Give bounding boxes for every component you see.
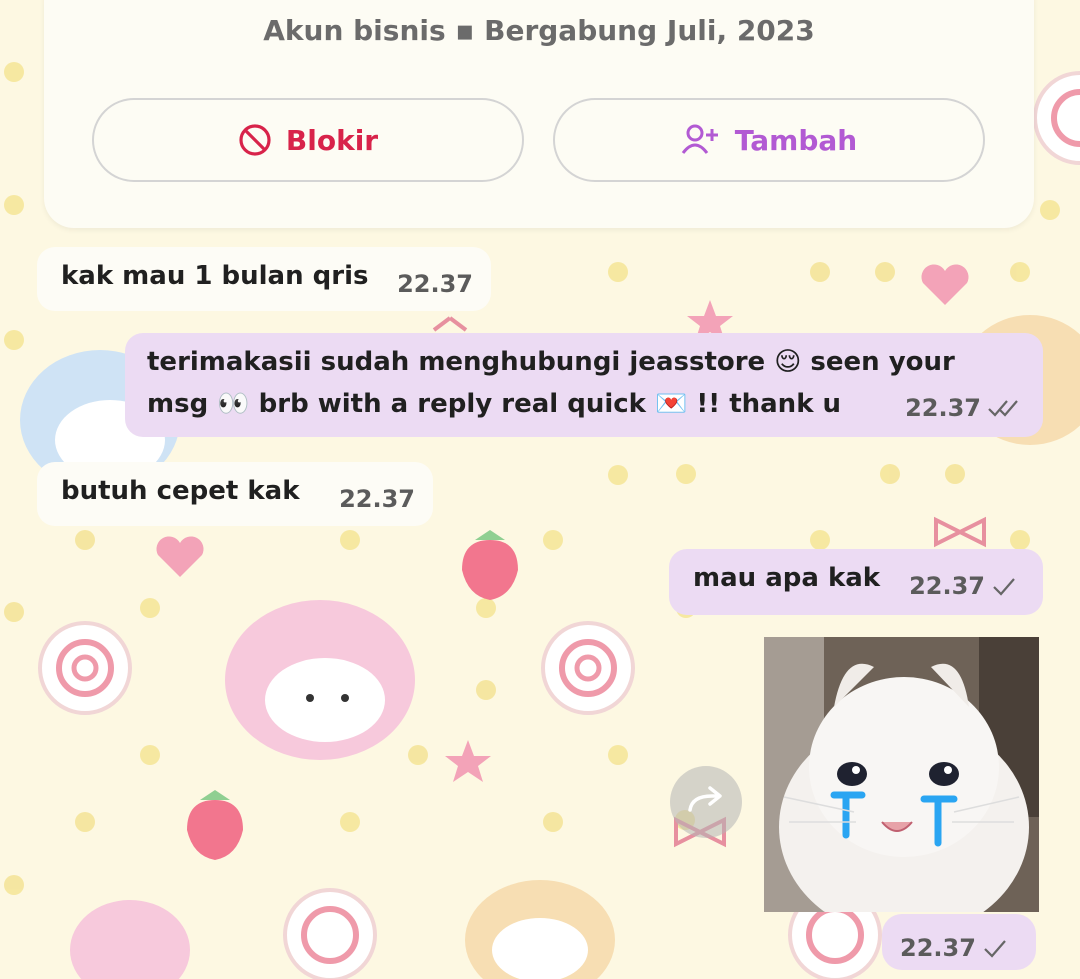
- message-text: kak mau 1 bulan qris: [61, 261, 369, 291]
- forward-icon: [686, 784, 726, 820]
- outgoing-message[interactable]: terimakasii sudah menghubungi jeasstore …: [125, 333, 1043, 437]
- crying-cat-sticker[interactable]: [764, 637, 1039, 912]
- sticker-timestamp: 22.37: [882, 914, 1036, 970]
- outgoing-message[interactable]: mau apa kak 22.37: [669, 549, 1043, 615]
- block-button-label: Blokir: [285, 123, 379, 157]
- account-info-text: Akun bisnis ▪ Bergabung Juli, 2023: [263, 14, 815, 47]
- forward-button[interactable]: [670, 766, 742, 838]
- check-icon: [991, 575, 1017, 597]
- profile-card: Akun bisnis ▪ Bergabung Juli, 2023 Bloki…: [44, 0, 1034, 228]
- message-time: 22.37: [909, 565, 1017, 607]
- add-contact-label: Tambah: [734, 123, 858, 157]
- message-text-line-2: msg 👀 brb with a reply real quick 💌 !! t…: [147, 389, 842, 419]
- incoming-message[interactable]: kak mau 1 bulan qris 22.37: [37, 247, 491, 311]
- message-time: 22.37: [397, 270, 473, 298]
- add-person-icon: [681, 123, 721, 157]
- message-time: 22.37: [339, 485, 415, 513]
- add-contact-button[interactable]: Tambah: [553, 98, 985, 182]
- block-button[interactable]: Blokir: [92, 98, 524, 182]
- double-check-icon: [987, 397, 1023, 419]
- check-icon: [982, 937, 1008, 959]
- message-time: 22.37: [900, 927, 1008, 969]
- message-time: 22.37: [905, 387, 1023, 429]
- message-text-line-1: terimakasii sudah menghubungi jeasstore …: [147, 347, 955, 377]
- incoming-message[interactable]: butuh cepet kak 22.37: [37, 462, 433, 526]
- block-icon: [238, 123, 272, 157]
- message-text: mau apa kak: [693, 563, 881, 593]
- message-text: butuh cepet kak: [61, 476, 300, 506]
